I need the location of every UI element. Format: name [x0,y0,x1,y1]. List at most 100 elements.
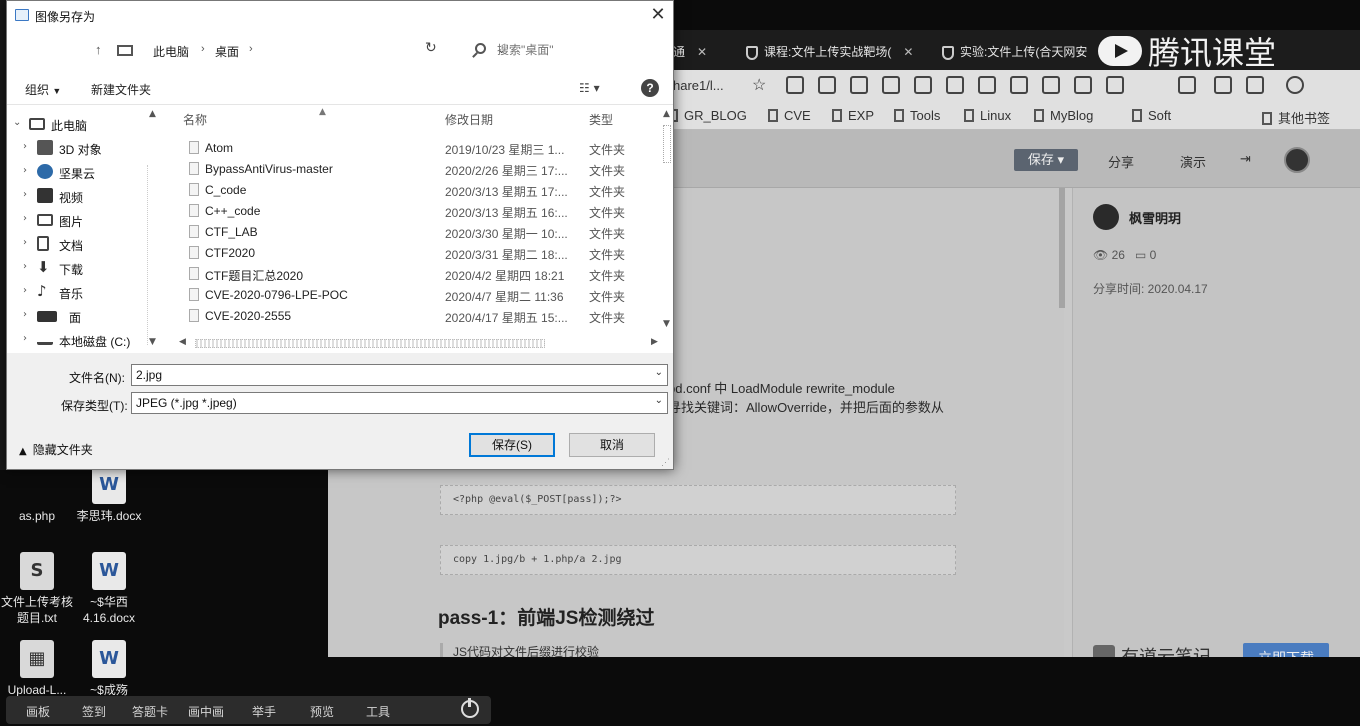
chevron-down-icon[interactable]: ⌄ [655,367,663,378]
chevron-right-icon[interactable]: › [23,261,27,272]
tree-item-jianguoyun[interactable]: › 坚果云 [7,161,157,183]
bookmark-myblog[interactable]: MyBlog [1034,108,1093,123]
breadcrumb-desktop[interactable]: 桌面 [215,43,239,60]
tree-item-local-disk[interactable]: › 本地磁盘 (C:) [7,329,157,351]
extension-icon[interactable] [818,76,836,94]
extension-icon[interactable] [1042,76,1060,94]
present-button[interactable]: 演示 [1180,152,1206,171]
help-icon[interactable]: ? [641,79,659,97]
tab-3[interactable]: 实验:文件上传(合天网安 [942,40,1087,64]
chevron-right-icon[interactable]: › [23,333,27,344]
desktop-icon-docx-2[interactable]: W ~$华西4.16.docx [72,552,146,626]
organize-button[interactable]: 组织 ▼ [25,81,61,98]
chevron-right-icon[interactable]: › [23,189,27,200]
view-options-icon[interactable]: ☷ ▾ [579,81,600,95]
scroll-right-icon[interactable]: ▶ [651,337,658,347]
chevron-right-icon[interactable]: › [23,237,27,248]
file-row[interactable]: CTF_LAB 2020/3/30 星期一 10:... 文件夹 [167,221,657,242]
scroll-down-icon[interactable]: ▼ [663,319,670,329]
taskbar-tools[interactable]: 工具 [366,703,390,720]
column-header-type[interactable]: 类型 [589,111,613,128]
file-row[interactable]: C_code 2020/3/13 星期五 17:... 文件夹 [167,179,657,200]
tab-2[interactable]: 课程:文件上传实战靶场(✕ [746,40,913,64]
close-icon[interactable]: ✕ [697,45,707,59]
avatar-icon[interactable] [1286,76,1304,94]
taskbar-picture-in-picture[interactable]: 画中画 [188,703,224,720]
taskbar-preview[interactable]: 预览 [310,703,334,720]
close-icon[interactable]: ✕ [903,45,913,59]
file-list-scrollbar[interactable]: ▲ ▼ [661,105,673,333]
extension-icon[interactable] [1010,76,1028,94]
desktop-icon-as-php[interactable]: as.php [0,466,74,524]
bookmark-cve[interactable]: CVE [768,108,811,123]
column-header-name[interactable]: ▲ 名称 [183,107,326,128]
download-button[interactable]: 立即下载 [1243,643,1329,657]
scroll-left-icon[interactable]: ◀ [179,337,186,347]
file-row[interactable]: CTF题目汇总2020 2020/4/2 星期四 18:21 文件夹 [167,263,657,284]
tree-item-desktop[interactable]: › 面 [7,305,157,327]
bookmark-exp[interactable]: EXP [832,108,874,123]
bookmark-other[interactable]: 其他书签 [1262,108,1330,127]
filename-field[interactable]: 2.jpg ⌄ [131,364,668,386]
desktop-icon-txt[interactable]: S 文件上传考核题目.txt [0,552,74,626]
tree-item-documents[interactable]: › 文档 [7,233,157,255]
tree-item-3d[interactable]: › 3D 对象 [7,137,157,159]
chevron-right-icon[interactable]: › [249,43,253,55]
chevron-down-icon[interactable]: ⌄ [13,117,21,128]
bookmark-linux[interactable]: Linux [964,108,1011,123]
file-list-hscrollbar[interactable]: ◀ ▶ [177,335,661,351]
bookmark-gr-blog[interactable]: GR_BLOG [668,108,747,123]
bookmark-soft[interactable]: Soft [1132,108,1171,123]
address-text[interactable]: hare1/l... [673,78,724,93]
taskbar-raise-hand[interactable]: 举手 [252,703,276,720]
resize-grip-icon[interactable]: ⋰ [661,457,670,468]
save-button[interactable]: 保存(S) [469,433,555,457]
author-name[interactable]: 枫雪明玥 [1129,208,1181,227]
tree-item-downloads[interactable]: › ⬇ 下载 [7,257,157,279]
bookmark-tools[interactable]: Tools [894,108,940,123]
chevron-right-icon[interactable]: › [23,141,27,152]
up-arrow-icon[interactable]: ↑ [95,42,102,57]
desktop-icon-upload[interactable]: ▦ Upload-L... [0,640,74,698]
tab-1[interactable]: 通 ✕ [673,40,707,64]
extension-icon[interactable] [946,76,964,94]
file-row[interactable]: BypassAntiVirus-master 2020/2/26 星期三 17:.… [167,158,657,179]
desktop-icon-docx-3[interactable]: W ~$成殇 [72,640,146,698]
chevron-right-icon[interactable]: › [23,285,27,296]
tree-item-this-pc[interactable]: ⌄ 此电脑 [7,113,157,135]
scroll-up-icon[interactable]: ▲ [663,109,670,119]
cancel-button[interactable]: 取消 [569,433,655,457]
taskbar-whiteboard[interactable]: 画板 [26,703,50,720]
tree-item-music[interactable]: › ♪ 音乐 [7,281,157,303]
file-row[interactable]: CVE-2020-2555 2020/4/17 星期五 15:... 文件夹 [167,305,657,326]
refresh-icon[interactable]: ↻ [425,40,437,56]
scrollbar[interactable] [1059,188,1065,308]
chevron-right-icon[interactable]: › [201,43,205,55]
chevron-right-icon[interactable]: › [23,165,27,176]
scroll-thumb[interactable] [663,125,671,163]
chevron-down-icon[interactable]: ⌄ [655,395,663,406]
avatar[interactable] [1284,147,1310,173]
taskbar-checkin[interactable]: 签到 [82,703,106,720]
filetype-select[interactable]: JPEG (*.jpg *.jpeg) ⌄ [131,392,668,414]
extension-icon[interactable] [850,76,868,94]
close-button[interactable]: ✕ [647,4,669,26]
breadcrumb-this-pc[interactable]: 此电脑 [153,43,189,60]
desktop-icon-docx[interactable]: W 李思玮.docx [72,466,146,524]
save-button[interactable]: 保存 ▾ [1014,149,1078,171]
file-row[interactable]: CVE-2020-0796-LPE-POC 2020/4/7 星期二 11:36 文… [167,284,657,305]
chevron-right-icon[interactable]: › [23,213,27,224]
extension-icon[interactable] [1214,76,1232,94]
collapse-icon[interactable]: ⇥ [1240,152,1251,167]
extension-icon[interactable] [1178,76,1196,94]
extension-icon[interactable] [978,76,996,94]
tree-item-videos[interactable]: › 视频 [7,185,157,207]
column-header-modified[interactable]: 修改日期 [445,111,493,128]
scroll-thumb[interactable] [195,339,545,348]
share-button[interactable]: 分享 [1108,152,1134,171]
breadcrumb[interactable]: 此电脑 › 桌面 › ⌄ [113,39,506,63]
taskbar-answer-card[interactable]: 答题卡 [132,703,168,720]
extension-icon[interactable] [882,76,900,94]
hide-folders-toggle[interactable]: ▲ 隐藏文件夹 [19,441,93,458]
chevron-right-icon[interactable]: › [23,309,27,320]
